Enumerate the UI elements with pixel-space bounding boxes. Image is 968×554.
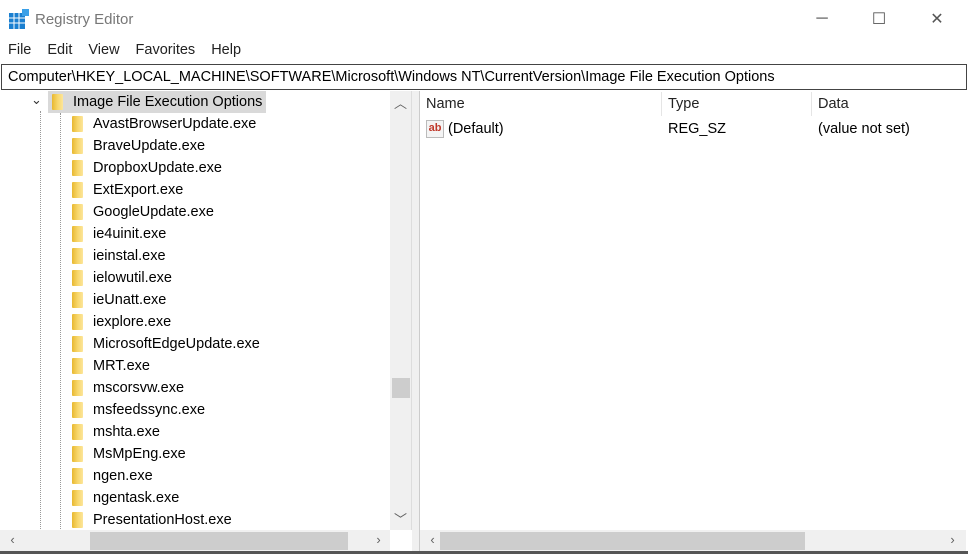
tree-item-label: MsMpEng.exe (93, 446, 186, 462)
folder-icon (72, 468, 83, 484)
menu-help[interactable]: Help (203, 38, 249, 62)
tree-item-label: ngentask.exe (93, 490, 180, 506)
tree-item[interactable]: ieUnatt.exe (72, 289, 166, 311)
folder-icon (72, 336, 83, 352)
menu-favorites[interactable]: Favorites (128, 38, 204, 62)
tree-item[interactable]: ie4uinit.exe (72, 223, 166, 245)
value-data: (value not set) (818, 121, 910, 137)
pane-splitter[interactable] (412, 91, 420, 551)
menu-view[interactable]: View (80, 38, 127, 62)
column-header-type[interactable]: Type (662, 92, 812, 116)
folder-icon (72, 270, 83, 286)
tree-item[interactable]: MRT.exe (72, 355, 150, 377)
tree-item[interactable]: ExtExport.exe (72, 179, 183, 201)
tree-item-label: ielowutil.exe (93, 270, 172, 286)
close-button[interactable]: ✕ (908, 0, 966, 38)
folder-icon (72, 380, 83, 396)
value-name[interactable]: (Default) (442, 118, 510, 140)
folder-icon (72, 446, 83, 462)
tree-item[interactable]: ielowutil.exe (72, 267, 172, 289)
tree-item-selected[interactable]: Image File Execution Options (48, 91, 267, 113)
title-bar: Registry Editor ─ ☐ ✕ (0, 0, 968, 38)
values-horizontal-scroll-thumb[interactable] (440, 532, 805, 550)
tree-item[interactable]: BraveUpdate.exe (72, 135, 205, 157)
tree-vertical-scroll-thumb[interactable] (392, 378, 410, 398)
tree-item[interactable]: AvastBrowserUpdate.exe (72, 113, 256, 135)
folder-icon (72, 358, 83, 374)
tree-item-label: MicrosoftEdgeUpdate.exe (93, 336, 260, 352)
minimize-button[interactable]: ─ (793, 0, 851, 38)
tree-item[interactable]: PresentationHost.exe (72, 509, 232, 530)
column-header-data[interactable]: Data (812, 92, 968, 116)
tree-item-label: BraveUpdate.exe (93, 138, 206, 154)
folder-icon (72, 248, 83, 264)
tree-item-label: Image File Execution Options (73, 94, 263, 110)
tree-item-label: PresentationHost.exe (93, 512, 232, 528)
tree-item-label: msfeedssync.exe (93, 402, 206, 418)
tree-horizontal-scroll-thumb[interactable] (90, 532, 348, 550)
tree-item[interactable]: msfeedssync.exe (72, 399, 205, 421)
window-title: Registry Editor (35, 11, 134, 28)
folder-icon (72, 160, 83, 176)
tree-item-label: MRT.exe (93, 358, 150, 374)
scroll-right-icon[interactable]: › (368, 532, 389, 547)
tree-item[interactable]: mscorsvw.exe (72, 377, 184, 399)
tree-item-label: mscorsvw.exe (93, 380, 185, 396)
scroll-left-icon[interactable]: ‹ (2, 532, 23, 547)
folder-icon (72, 292, 83, 308)
tree-item-label: DropboxUpdate.exe (93, 160, 222, 176)
tree-item[interactable]: MicrosoftEdgeUpdate.exe (72, 333, 260, 355)
tree-item-label: AvastBrowserUpdate.exe (93, 116, 257, 132)
tree-item[interactable]: ngentask.exe (72, 487, 179, 509)
tree-item-label: ie4uinit.exe (93, 226, 167, 242)
collapse-chevron-icon[interactable]: ⌄ (31, 92, 42, 108)
folder-icon (72, 512, 83, 528)
tree-item-label: GoogleUpdate.exe (93, 204, 214, 220)
menu-file[interactable]: File (0, 38, 39, 62)
tree-item[interactable]: ieinstal.exe (72, 245, 166, 267)
tree-item[interactable]: MsMpEng.exe (72, 443, 186, 465)
folder-icon (72, 424, 83, 440)
column-header-name[interactable]: Name (420, 92, 662, 116)
registry-editor-icon (9, 9, 29, 29)
scroll-up-icon[interactable]: ︿ (390, 93, 411, 112)
tree-item[interactable]: DropboxUpdate.exe (72, 157, 222, 179)
scroll-down-icon[interactable]: ﹀ (390, 509, 411, 528)
tree-item-label: iexplore.exe (93, 314, 172, 330)
key-tree: ⌄ Image File Execution Options AvastBrow… (0, 91, 412, 530)
tree-item[interactable]: mshta.exe (72, 421, 160, 443)
tree-item-label: mshta.exe (93, 424, 160, 440)
folder-icon (72, 116, 83, 132)
menu-edit[interactable]: Edit (39, 38, 80, 62)
value-type: REG_SZ (668, 121, 727, 137)
folder-icon (72, 182, 83, 198)
tree-item-label: ngen.exe (93, 468, 153, 484)
folder-icon (72, 402, 83, 418)
address-bar[interactable]: Computer\HKEY_LOCAL_MACHINE\SOFTWARE\Mic… (1, 64, 967, 90)
folder-icon (72, 204, 83, 220)
scroll-right-icon[interactable]: › (942, 532, 963, 547)
maximize-button[interactable]: ☐ (850, 0, 908, 38)
menu-bar: File Edit View Favorites Help (0, 38, 968, 62)
folder-icon (52, 94, 63, 110)
folder-icon (72, 138, 83, 154)
tree-item-label: ieUnatt.exe (93, 292, 167, 308)
folder-icon (72, 226, 83, 242)
tree-item[interactable]: ngen.exe (72, 465, 153, 487)
folder-icon (72, 490, 83, 506)
tree-item-label: ExtExport.exe (93, 182, 184, 198)
tree-vertical-scrollbar[interactable]: ︿ ﹀ (390, 91, 411, 530)
tree-item-label: ieinstal.exe (93, 248, 166, 264)
tree-item[interactable]: iexplore.exe (72, 311, 171, 333)
tree-item[interactable]: GoogleUpdate.exe (72, 201, 214, 223)
folder-icon (72, 314, 83, 330)
